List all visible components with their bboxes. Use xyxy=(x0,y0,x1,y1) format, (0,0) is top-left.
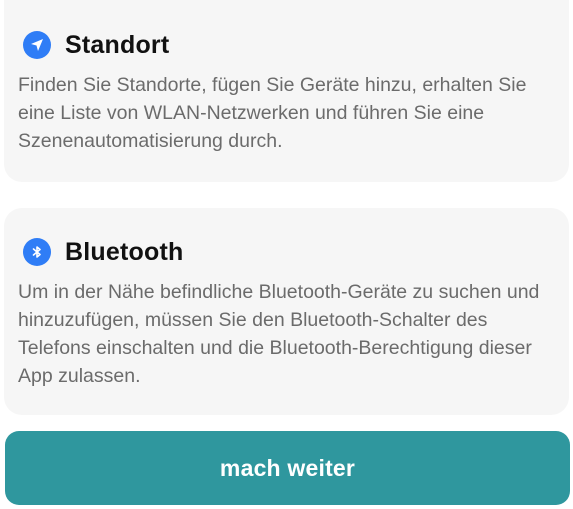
location-arrow-icon xyxy=(23,31,51,59)
location-permission-card: Standort Finden Sie Standorte, fügen Sie… xyxy=(4,0,569,182)
bluetooth-card-header: Bluetooth xyxy=(18,234,555,270)
bluetooth-card-title: Bluetooth xyxy=(65,237,184,266)
bluetooth-icon xyxy=(23,238,51,266)
bluetooth-permission-card: Bluetooth Um in der Nähe befindliche Blu… xyxy=(4,208,569,415)
location-card-description: Finden Sie Standorte, fügen Sie Geräte h… xyxy=(18,74,527,152)
continue-button[interactable]: mach weiter xyxy=(5,431,570,505)
bluetooth-card-description: Um in der Nähe befindliche Bluetooth-Ger… xyxy=(18,281,540,387)
location-card-header: Standort xyxy=(18,27,555,63)
location-card-title: Standort xyxy=(65,30,170,59)
